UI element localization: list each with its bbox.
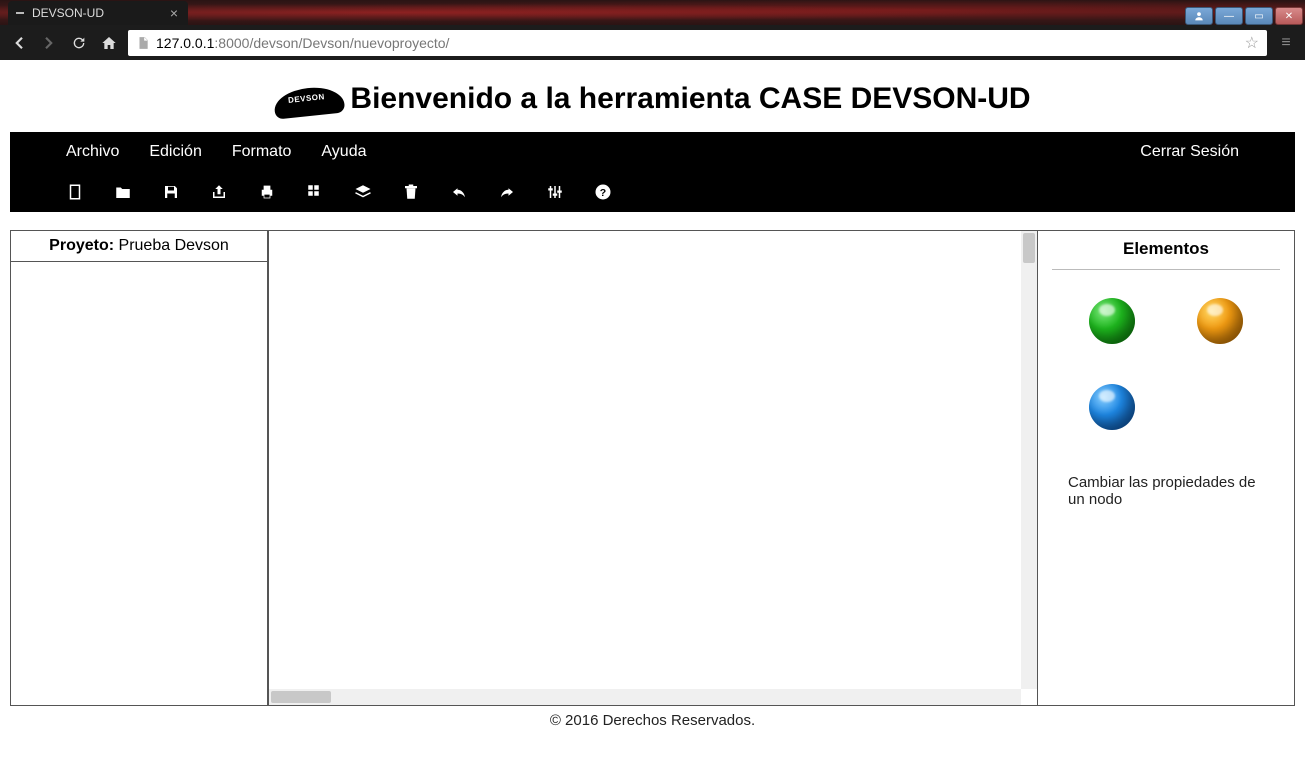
tab-favicon	[16, 12, 24, 14]
layers-icon[interactable]	[354, 183, 372, 201]
print-icon[interactable]	[258, 183, 276, 201]
menu-top-row: Archivo Edición Formato Ayuda Cerrar Ses…	[10, 132, 1295, 172]
settings-sliders-icon[interactable]	[546, 183, 564, 201]
window-controls: — ▭ ✕	[1185, 7, 1305, 25]
elements-panel-title: Elementos	[1038, 235, 1294, 269]
logo: DEVSON	[274, 82, 344, 116]
help-icon[interactable]: ?	[594, 183, 612, 201]
url-text: 127.0.0.1:8000/devson/Devson/nuevoproyec…	[156, 35, 449, 51]
browser-tab[interactable]: DEVSON-UD ×	[8, 1, 188, 25]
project-label: Proyeto:	[49, 237, 114, 254]
tab-title: DEVSON-UD	[32, 6, 104, 20]
element-note: Cambiar las propiedades de un nodo	[1068, 470, 1264, 508]
element-g[interactable]	[1089, 298, 1135, 344]
horizontal-scrollbar[interactable]	[269, 689, 1021, 705]
logout-link[interactable]: Cerrar Sesión	[1140, 143, 1239, 161]
menu-archivo[interactable]: Archivo	[66, 143, 119, 161]
forward-icon[interactable]	[38, 32, 60, 54]
save-icon[interactable]	[162, 183, 180, 201]
window-user-icon[interactable]	[1185, 7, 1213, 25]
reload-icon[interactable]	[68, 32, 90, 54]
vertical-scrollbar[interactable]	[1021, 231, 1037, 689]
menu-formato[interactable]: Formato	[232, 143, 292, 161]
window-close-icon[interactable]: ✕	[1275, 7, 1303, 25]
divider	[1052, 269, 1280, 270]
home-icon[interactable]	[98, 32, 120, 54]
elements-grid: Cambiar las propiedades de un nodo	[1038, 298, 1294, 508]
canvas-area[interactable]	[269, 231, 1038, 705]
share-icon[interactable]	[210, 183, 228, 201]
menu-hamburger-icon[interactable]: ≡	[1275, 32, 1297, 54]
undo-icon[interactable]	[450, 183, 468, 201]
project-panel-header: Proyeto: Prueba Devson	[11, 231, 267, 262]
redo-icon[interactable]	[498, 183, 516, 201]
url-bar[interactable]: 127.0.0.1:8000/devson/Devson/nuevoproyec…	[128, 30, 1267, 56]
project-name: Prueba Devson	[119, 237, 229, 254]
open-folder-icon[interactable]	[114, 183, 132, 201]
page-title: Bienvenido a la herramienta CASE DEVSON-…	[350, 82, 1030, 116]
app-menu-bar: Archivo Edición Formato Ayuda Cerrar Ses…	[10, 132, 1295, 212]
menu-edicion[interactable]: Edición	[149, 143, 201, 161]
page-content: DEVSON Bienvenido a la herramienta CASE …	[0, 60, 1305, 737]
tab-close-icon[interactable]: ×	[170, 5, 178, 21]
browser-nav-bar: 127.0.0.1:8000/devson/Devson/nuevoproyec…	[0, 25, 1305, 60]
back-icon[interactable]	[8, 32, 30, 54]
window-maximize-icon[interactable]: ▭	[1245, 7, 1273, 25]
page-icon	[136, 36, 150, 50]
page-header: DEVSON Bienvenido a la herramienta CASE …	[0, 76, 1305, 132]
window-minimize-icon[interactable]: —	[1215, 7, 1243, 25]
elements-panel: Elementos Cambiar las propiedades de un …	[1038, 231, 1294, 705]
project-panel: Proyeto: Prueba Devson	[11, 231, 269, 705]
bookmark-star-icon[interactable]: ☆	[1245, 33, 1259, 53]
grid-icon[interactable]	[306, 183, 324, 201]
toolbar: ?	[10, 172, 1295, 212]
menu-ayuda[interactable]: Ayuda	[321, 143, 366, 161]
delete-icon[interactable]	[402, 183, 420, 201]
workspace: Proyeto: Prueba Devson Elementos Cambiar…	[10, 230, 1295, 706]
element-r[interactable]	[1089, 384, 1135, 430]
element-s[interactable]	[1197, 298, 1243, 344]
footer-text: © 2016 Derechos Reservados.	[0, 706, 1305, 737]
svg-text:?: ?	[600, 187, 606, 199]
browser-titlebar: DEVSON-UD × — ▭ ✕	[0, 0, 1305, 25]
new-file-icon[interactable]	[66, 183, 84, 201]
